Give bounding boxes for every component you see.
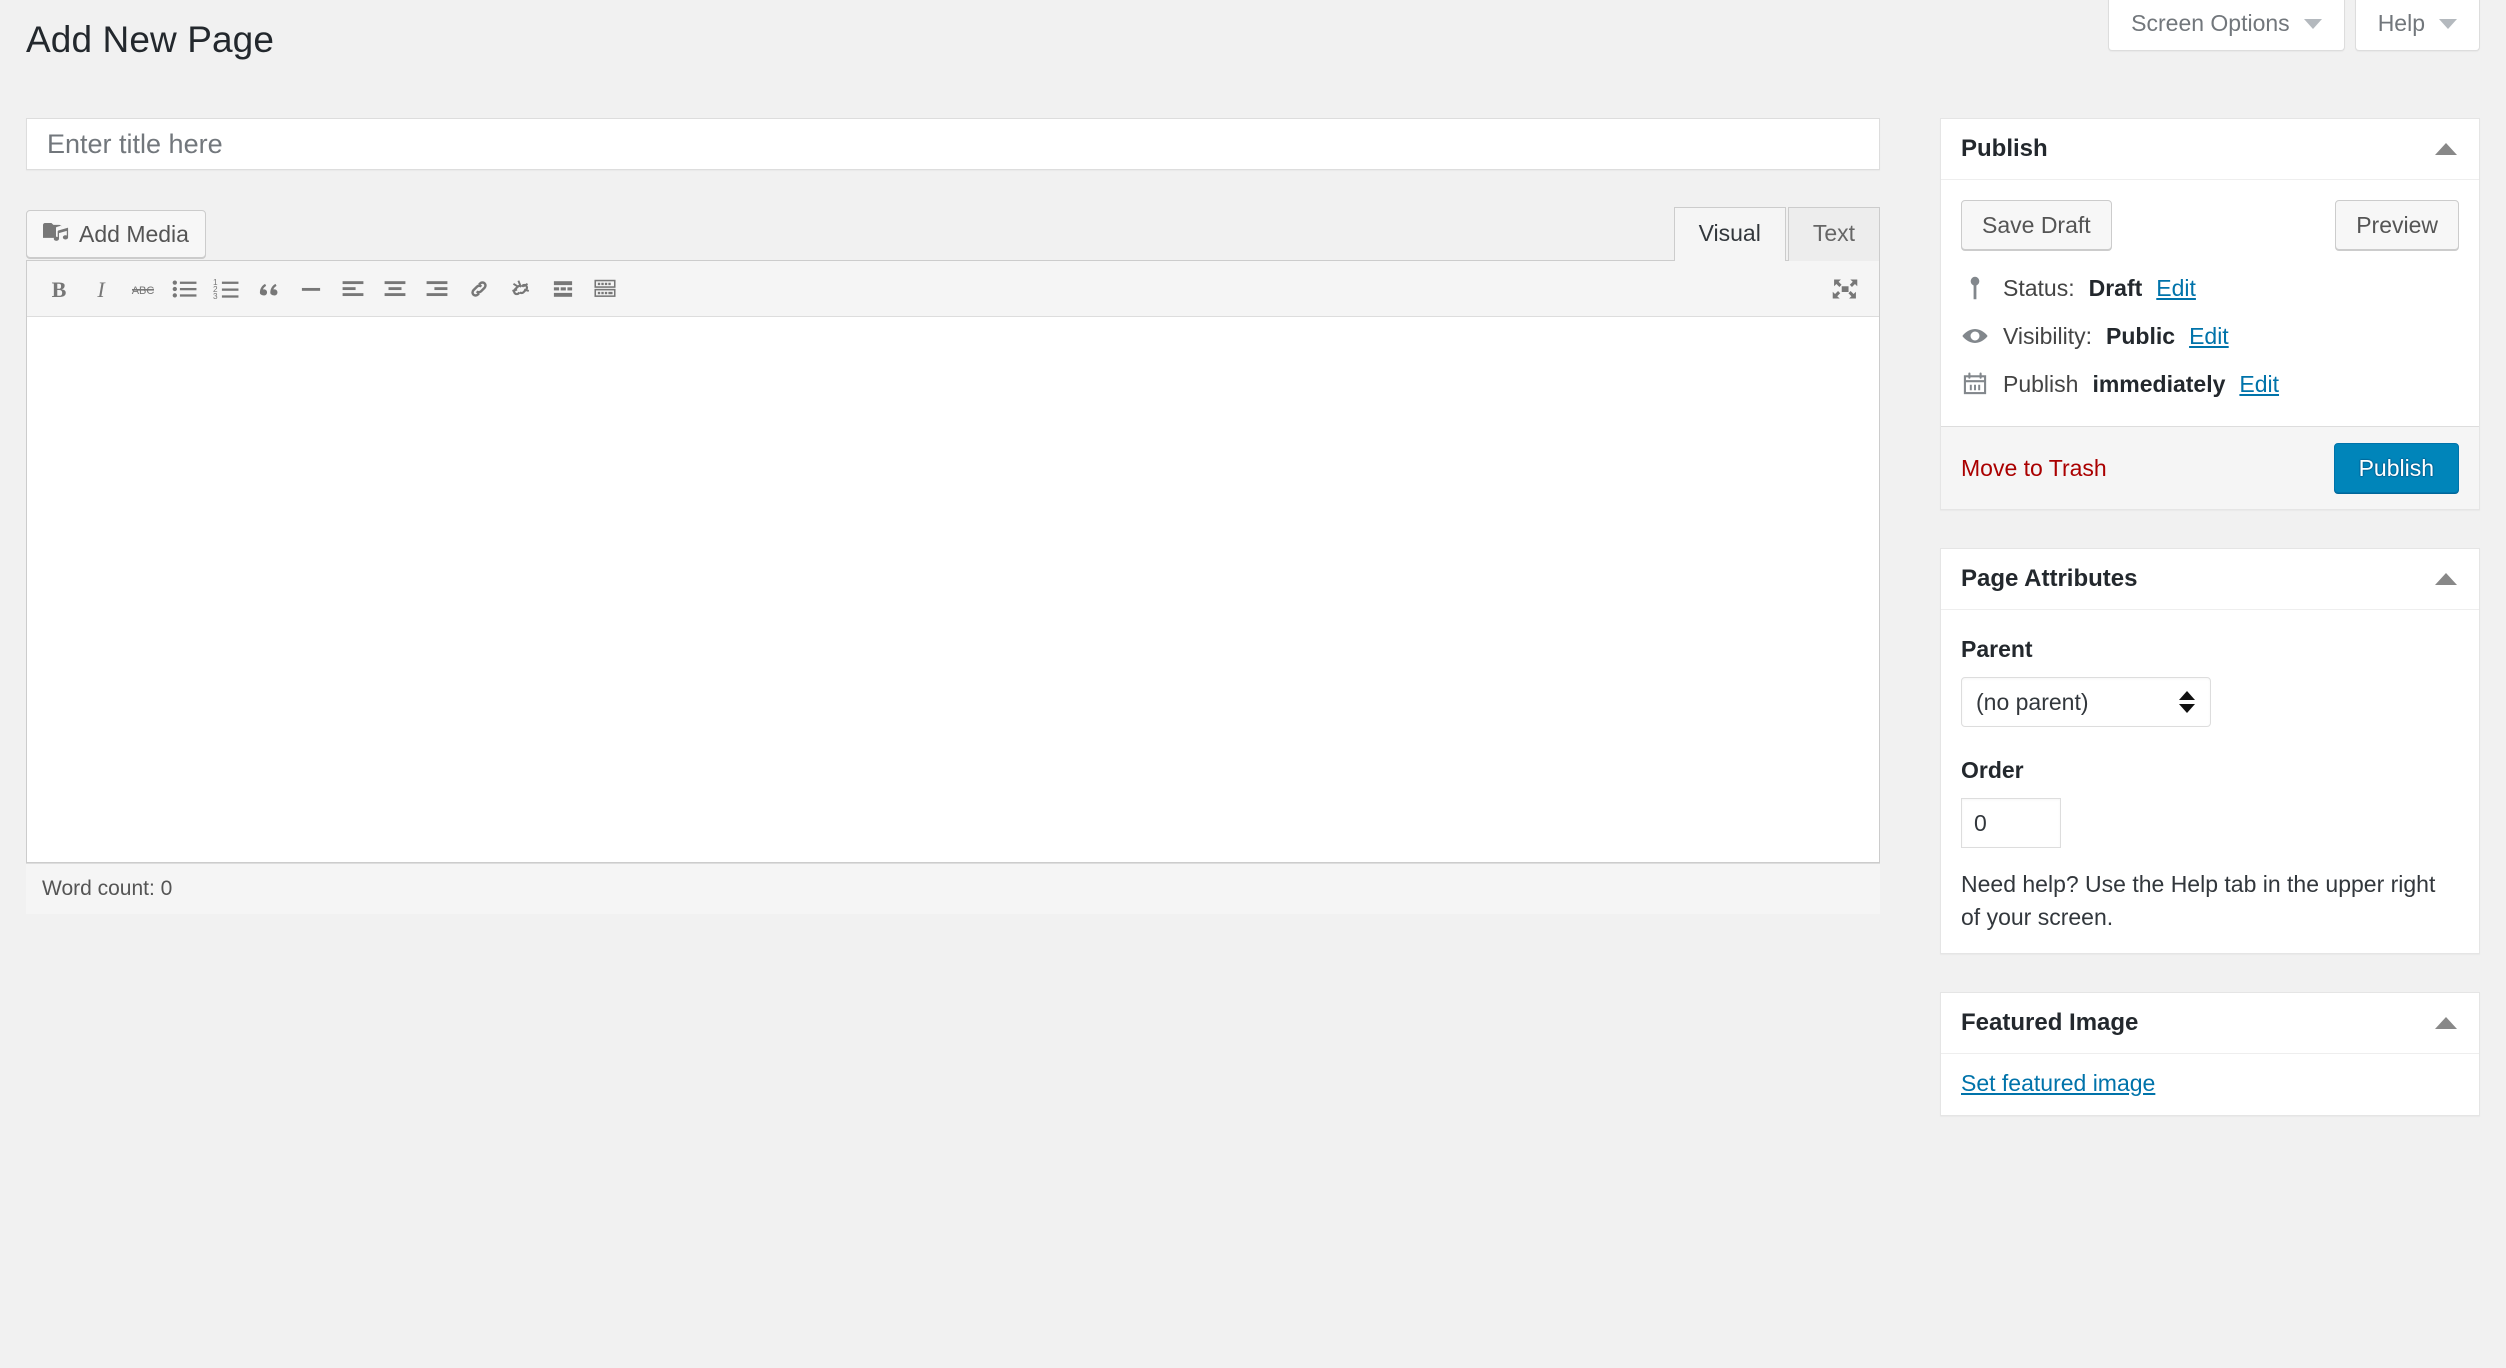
post-visibility-value: Public <box>2106 322 2176 349</box>
fullscreen-icon[interactable] <box>1825 269 1865 309</box>
post-title-input[interactable] <box>37 125 1869 163</box>
horizontal-line-icon[interactable] <box>291 269 331 309</box>
page-attributes-title: Page Attributes <box>1961 565 2138 592</box>
order-label: Order <box>1961 757 2024 783</box>
help-label: Help <box>2377 10 2425 36</box>
screen-options-button[interactable]: Screen Options <box>2108 0 2345 51</box>
screen-meta-links: Screen Options Help <box>2108 0 2480 51</box>
content-editor: Add Media Visual Text B I ABC 1 2 3 Word… <box>26 207 1880 914</box>
align-center-icon[interactable] <box>375 269 415 309</box>
post-visibility-row: Visibility: Public Edit <box>1961 312 2459 360</box>
bold-icon[interactable]: B <box>39 269 79 309</box>
post-schedule-label: Publish <box>2003 370 2079 397</box>
post-status-row: Status: Draft Edit <box>1961 264 2459 312</box>
publish-metabox-title: Publish <box>1961 135 2048 162</box>
chevron-up-icon[interactable] <box>2435 573 2457 585</box>
minor-publishing-actions: Save Draft Preview <box>1961 200 2459 250</box>
parent-select[interactable]: (no parent) <box>1961 677 2211 727</box>
align-right-icon[interactable] <box>417 269 457 309</box>
publish-metabox-body: Save Draft Preview Status: Draft Edit Vi… <box>1941 180 2479 426</box>
help-button[interactable]: Help <box>2354 0 2480 51</box>
page-title: Add New Page <box>26 19 275 60</box>
tab-text-label: Text <box>1812 220 1855 247</box>
set-featured-image-link[interactable]: Set featured image <box>1961 1070 2155 1096</box>
chevron-down-icon <box>2439 18 2457 29</box>
publish-metabox-header: Publish <box>1941 119 2479 180</box>
remove-link-icon[interactable] <box>501 269 541 309</box>
editor-content-area[interactable] <box>27 317 1879 862</box>
svg-text:B: B <box>52 276 67 301</box>
post-body-content: Add Media Visual Text B <box>26 118 1880 914</box>
svg-text:I: I <box>96 276 106 301</box>
post-sidebar: Publish Save Draft Preview Status: Draft… <box>1940 118 2480 1154</box>
featured-image-metabox: Featured Image Set featured image <box>1940 991 2480 1116</box>
chevron-up-icon[interactable] <box>2435 1016 2457 1029</box>
calendar-icon <box>1963 372 1987 395</box>
tab-visual[interactable]: Visual <box>1673 207 1786 261</box>
preview-button[interactable]: Preview <box>2335 200 2459 250</box>
post-status-label: Status: <box>2003 274 2075 301</box>
post-status-value: Draft <box>2088 274 2143 301</box>
read-more-icon[interactable] <box>543 269 583 309</box>
numbered-list-icon[interactable]: 1 2 3 <box>207 269 247 309</box>
tab-visual-label: Visual <box>1698 220 1761 247</box>
post-schedule-value: immediately <box>2092 370 2226 397</box>
add-media-label: Add Media <box>79 220 189 247</box>
strikethrough-icon[interactable]: ABC <box>123 269 163 309</box>
toolbar-toggle-icon[interactable] <box>585 269 625 309</box>
mce-toolbar: B I ABC 1 2 3 <box>27 261 1879 317</box>
featured-image-title: Featured Image <box>1961 1008 2139 1036</box>
bulleted-list-icon[interactable] <box>165 269 205 309</box>
post-visibility-label: Visibility: <box>2003 322 2093 349</box>
save-draft-button[interactable]: Save Draft <box>1961 200 2112 250</box>
add-media-button[interactable]: Add Media <box>26 210 206 258</box>
insert-link-icon[interactable] <box>459 269 499 309</box>
editor-frame: B I ABC 1 2 3 <box>26 260 1880 863</box>
publish-button[interactable]: Publish <box>2333 443 2459 493</box>
featured-image-header: Featured Image <box>1941 993 2479 1054</box>
page-attributes-metabox: Page Attributes Parent (no parent) Order… <box>1940 548 2480 954</box>
edit-visibility-link[interactable]: Edit <box>2189 323 2229 350</box>
screen-options-label: Screen Options <box>2131 10 2290 36</box>
move-to-trash-link[interactable]: Move to Trash <box>1961 455 2107 482</box>
page-attributes-header: Page Attributes <box>1941 549 2479 610</box>
visibility-eye-icon <box>1962 329 1988 343</box>
order-input[interactable] <box>1961 798 2061 848</box>
word-count-status: Word count: 0 <box>26 863 1880 914</box>
svg-text:ABC: ABC <box>132 285 155 297</box>
parent-select-wrapper: (no parent) <box>1961 677 2211 727</box>
italic-icon[interactable]: I <box>81 269 121 309</box>
editor-mode-tabs: Visual Text <box>1673 207 1880 261</box>
featured-image-body: Set featured image <box>1941 1054 2479 1115</box>
svg-text:3: 3 <box>213 292 218 301</box>
edit-schedule-link[interactable]: Edit <box>2239 371 2279 398</box>
parent-label: Parent <box>1961 636 2033 662</box>
editor-toolbar-top: Add Media Visual Text <box>26 207 1880 261</box>
chevron-up-icon[interactable] <box>2435 143 2457 155</box>
tab-text[interactable]: Text <box>1787 207 1880 261</box>
media-icon <box>43 222 69 241</box>
post-status-pin-icon <box>1970 276 1980 300</box>
page-attributes-body: Parent (no parent) Order Need help? Use … <box>1941 610 2479 953</box>
edit-status-link[interactable]: Edit <box>2156 275 2196 302</box>
align-left-icon[interactable] <box>333 269 373 309</box>
post-schedule-row: Publish immediately Edit <box>1961 360 2459 408</box>
chevron-down-icon <box>2303 18 2322 29</box>
major-publishing-actions: Move to Trash Publish <box>1941 426 2479 509</box>
title-field-wrapper <box>26 118 1880 170</box>
page-attributes-help-text: Need help? Use the Help tab in the upper… <box>1961 871 2436 931</box>
publish-metabox: Publish Save Draft Preview Status: Draft… <box>1940 118 2480 510</box>
blockquote-icon[interactable] <box>249 269 289 309</box>
wp-admin-edit-page-screen: Screen Options Help Add New Page Add Med… <box>0 0 2506 1368</box>
